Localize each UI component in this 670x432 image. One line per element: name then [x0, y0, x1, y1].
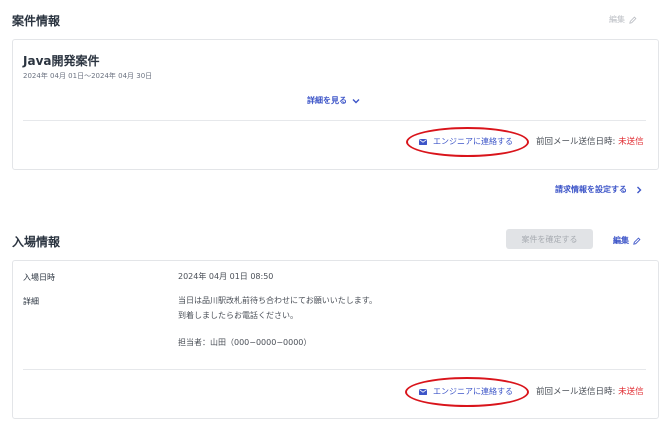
entry-details-line-2: 到着しましたらお電話ください。 — [178, 311, 298, 320]
pencil-icon — [629, 16, 637, 24]
project-card-divider — [23, 120, 646, 121]
entry-last-sent-value: 未送信 — [618, 387, 644, 397]
entry-section-title: 入場情報 — [12, 235, 61, 249]
details-link-label: 詳細を見る — [307, 96, 347, 105]
entry-card-divider — [23, 369, 646, 370]
project-section-title: 案件情報 — [12, 14, 61, 28]
entry-contact-engineer-label: エンジニアに連絡する — [433, 387, 513, 396]
project-last-sent: 前回メール送信日時: 未送信 — [536, 135, 644, 147]
project-last-sent-value: 未送信 — [618, 137, 644, 147]
entry-datetime-label: 入場日時 — [23, 273, 55, 282]
project-period: 2024年 04月 01日〜2024年 04月 30日 — [23, 72, 153, 80]
project-last-sent-label: 前回メール送信日時: — [536, 137, 616, 147]
project-edit-label: 編集 — [609, 15, 625, 24]
billing-settings-label: 請求情報を設定する — [555, 185, 627, 194]
pencil-icon — [633, 236, 641, 245]
chevron-right-icon — [636, 186, 642, 194]
entry-contact-person: 担当者：山田（000−0000−0000） — [178, 338, 312, 347]
mail-icon — [419, 388, 427, 395]
entry-last-sent: 前回メール送信日時: 未送信 — [536, 385, 644, 397]
entry-contact-engineer-button[interactable]: エンジニアに連絡する — [419, 386, 513, 397]
confirm-project-button[interactable]: 案件を確定する — [506, 229, 593, 249]
entry-datetime-value: 2024年 04月 01日 08:50 — [178, 272, 274, 281]
entry-details-label: 詳細 — [23, 297, 39, 306]
entry-edit-button[interactable]: 編集 — [613, 235, 641, 246]
project-name: Java開発案件 — [23, 54, 100, 68]
entry-edit-label: 編集 — [613, 236, 629, 245]
billing-settings-link[interactable]: 請求情報を設定する — [555, 184, 642, 195]
details-link[interactable]: 詳細を見る — [307, 95, 360, 106]
chevron-down-icon — [352, 98, 360, 104]
project-contact-engineer-label: エンジニアに連絡する — [433, 137, 513, 146]
entry-details-line-1: 当日は品川駅改札前待ち合わせにてお願いいたします。 — [178, 296, 377, 305]
entry-last-sent-label: 前回メール送信日時: — [536, 387, 616, 397]
project-edit-button[interactable]: 編集 — [609, 14, 637, 25]
mail-icon — [419, 138, 427, 145]
project-contact-engineer-button[interactable]: エンジニアに連絡する — [419, 136, 513, 147]
